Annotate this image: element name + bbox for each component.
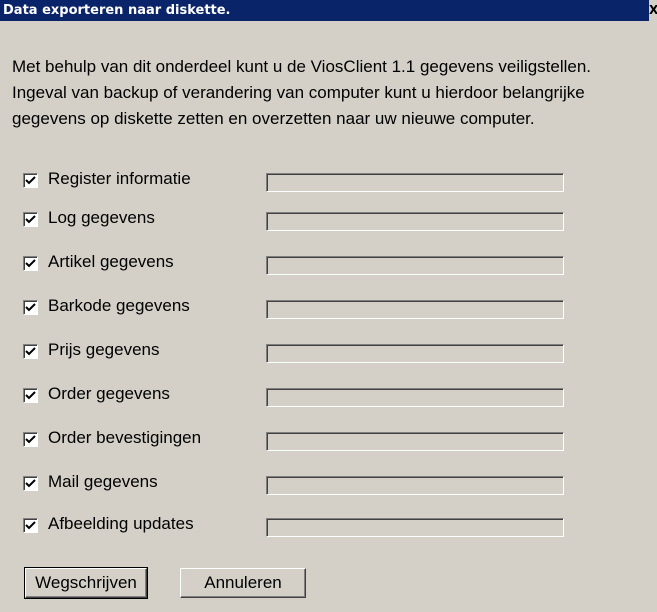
checkmark-icon [25, 303, 36, 312]
description-text: Met behulp van dit onderdeel kunt u de V… [12, 54, 652, 132]
checkmark-icon [25, 215, 36, 224]
checkbox-order-bevestigingen[interactable] [23, 432, 38, 447]
export-row-mail: Mail gegevens [23, 470, 583, 498]
checkbox-mail[interactable] [23, 476, 38, 491]
checkmark-icon [25, 176, 36, 185]
export-row-order-bevestigingen: Order bevestigingen [23, 426, 583, 454]
item-label: Prijs gegevens [48, 340, 160, 359]
export-row-log: Log gegevens [23, 206, 583, 234]
progress-bar-log [266, 212, 564, 231]
checkbox-afbeelding[interactable] [23, 518, 38, 533]
checkbox-prijs[interactable] [23, 344, 38, 359]
export-row-afbeelding: Afbeelding updates [23, 512, 583, 540]
checkmark-icon [25, 435, 36, 444]
item-label: Mail gegevens [48, 472, 158, 491]
checkmark-icon [25, 347, 36, 356]
title-bar: Data exporteren naar diskette. X [0, 0, 657, 21]
progress-bar-prijs [266, 344, 564, 363]
progress-bar-order-bevestigingen [266, 432, 564, 451]
checkmark-icon [25, 521, 36, 530]
item-label: Artikel gegevens [48, 252, 174, 271]
checkbox-register[interactable] [23, 173, 38, 188]
cancel-button[interactable]: Annuleren [180, 568, 306, 598]
progress-bar-register [266, 173, 564, 192]
item-label: Afbeelding updates [48, 514, 194, 533]
write-button[interactable]: Wegschrijven [24, 567, 148, 599]
progress-bar-mail [266, 476, 564, 495]
progress-bar-barkode [266, 300, 564, 319]
progress-bar-order [266, 388, 564, 407]
progress-bar-artikel [266, 256, 564, 275]
export-row-barkode: Barkode gegevens [23, 294, 583, 322]
description-line-3: gegevens op diskette zetten en overzette… [12, 109, 535, 128]
progress-bar-afbeelding [266, 518, 564, 537]
export-row-order: Order gegevens [23, 382, 583, 410]
description-line-1: Met behulp van dit onderdeel kunt u de V… [12, 57, 592, 76]
item-label: Order gegevens [48, 384, 170, 403]
item-label: Barkode gegevens [48, 296, 190, 315]
checkbox-artikel[interactable] [23, 256, 38, 271]
export-row-prijs: Prijs gegevens [23, 338, 583, 366]
checkmark-icon [25, 259, 36, 268]
description-line-2: Ingeval van backup of verandering van co… [12, 83, 585, 102]
item-label: Order bevestigingen [48, 428, 202, 447]
checkmark-icon [25, 479, 36, 488]
export-row-register: Register informatie [23, 167, 583, 195]
checkbox-log[interactable] [23, 212, 38, 227]
checkmark-icon [25, 391, 36, 400]
export-row-artikel: Artikel gegevens [23, 250, 583, 278]
item-label: Log gegevens [48, 208, 155, 227]
window-title: Data exporteren naar diskette. [3, 3, 231, 18]
item-label: Register informatie [48, 169, 191, 188]
close-icon[interactable]: X [649, 0, 657, 21]
checkbox-order[interactable] [23, 388, 38, 403]
checkbox-barkode[interactable] [23, 300, 38, 315]
